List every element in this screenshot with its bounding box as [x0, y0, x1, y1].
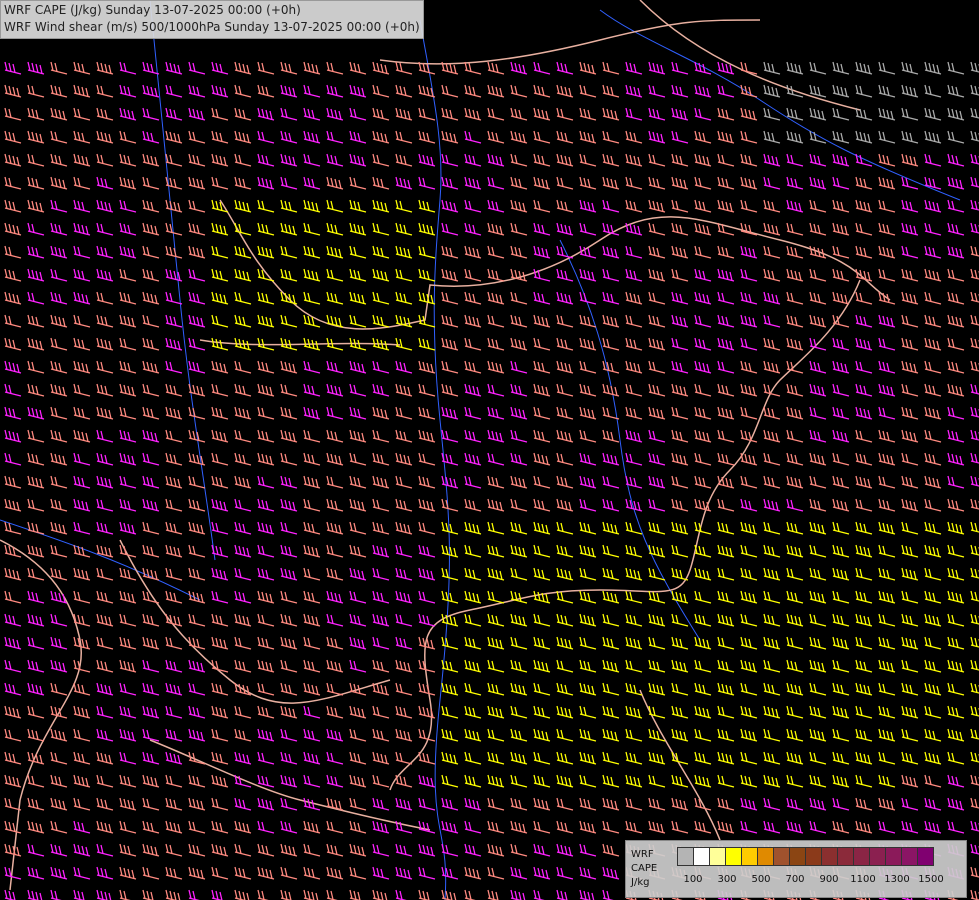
legend-swatch — [917, 847, 934, 866]
legend-swatch — [901, 847, 918, 866]
legend-swatch — [693, 847, 710, 866]
legend-tick-label: 100 — [683, 874, 703, 885]
legend-swatch — [725, 847, 742, 866]
legend-swatch — [741, 847, 758, 866]
legend-swatch — [773, 847, 790, 866]
cape-legend: WRF CAPE J/kg 100 300 500 700 900 1100 1300 150… — [625, 840, 967, 898]
legend-swatch — [853, 847, 870, 866]
legend-swatch — [821, 847, 838, 866]
legend-swatch — [789, 847, 806, 866]
legend-swatch — [885, 847, 902, 866]
legend-tick-label: 1500 — [918, 874, 944, 885]
legend-swatch — [869, 847, 886, 866]
legend-label-wrf: WRF — [631, 849, 654, 860]
legend-label-cape: CAPE — [631, 863, 658, 874]
legend-swatch — [677, 847, 694, 866]
legend-swatch — [709, 847, 726, 866]
legend-label-unit: J/kg — [631, 877, 650, 888]
legend-tick-label: 1100 — [850, 874, 876, 885]
legend-tick-label: 300 — [717, 874, 737, 885]
legend-ticks: 100 300 500 700 900 1100 1300 1500 — [677, 874, 967, 888]
map-title-box: WRF CAPE (J/kg) Sunday 13-07-2025 00:00 … — [0, 0, 424, 39]
legend-tick-label: 900 — [819, 874, 839, 885]
legend-swatches — [677, 847, 934, 866]
legend-tick-label: 700 — [785, 874, 805, 885]
wind-shear-title: WRF Wind shear (m/s) 500/1000hPa Sunday … — [4, 20, 420, 34]
legend-swatch — [837, 847, 854, 866]
legend-tick-label: 500 — [751, 874, 771, 885]
legend-swatch — [805, 847, 822, 866]
legend-tick-label: 1300 — [884, 874, 910, 885]
wind-shear-map — [0, 0, 979, 900]
cape-title: WRF CAPE (J/kg) Sunday 13-07-2025 00:00 … — [4, 3, 301, 17]
legend-swatch — [757, 847, 774, 866]
